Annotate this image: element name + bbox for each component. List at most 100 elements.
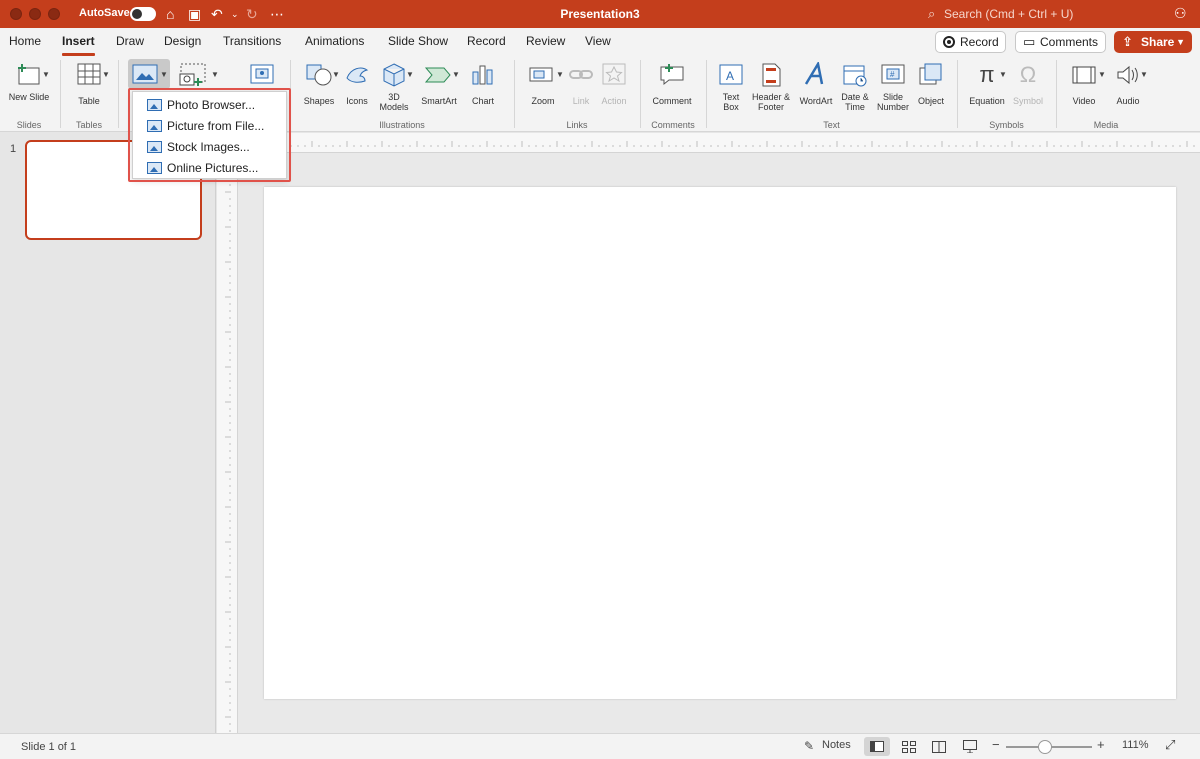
tab-home[interactable]: Home	[9, 34, 41, 48]
bar-chart-icon	[472, 65, 493, 85]
share-icon: ⇪	[1122, 34, 1133, 49]
tab-design[interactable]: Design	[164, 34, 201, 48]
text-box-button[interactable]: A Text Box	[714, 62, 748, 112]
zoom-chevron-icon[interactable]: ▼	[556, 70, 564, 79]
smartart-button[interactable]: SmartArt	[416, 62, 462, 106]
3d-models-chevron-icon[interactable]: ▼	[406, 70, 414, 79]
zoom-percent[interactable]: 111%	[1122, 739, 1149, 751]
share-button-label: Share	[1141, 35, 1175, 49]
shapes-icon	[306, 64, 332, 86]
new-slide-button[interactable]: New Slide	[8, 62, 50, 102]
link-button[interactable]: Link	[566, 62, 596, 106]
video-button[interactable]: Video	[1064, 62, 1104, 106]
tab-review[interactable]: Review	[526, 34, 565, 48]
slide-thumbnail-panel: 1	[0, 133, 216, 733]
table-icon	[77, 63, 101, 85]
comments-button[interactable]: ▭ Comments	[1015, 31, 1106, 53]
new-slide-icon	[18, 64, 40, 85]
vertical-ruler-ticks	[225, 156, 231, 732]
tab-slide-show[interactable]: Slide Show	[388, 34, 448, 48]
search-input[interactable]: ⌕ Search (Cmd + Ctrl + U)	[922, 4, 1160, 24]
table-chevron-icon[interactable]: ▼	[102, 70, 110, 79]
comment-button[interactable]: Comment	[648, 62, 696, 106]
smartart-icon	[424, 67, 451, 83]
slide-number-button[interactable]: # Slide Number	[874, 62, 912, 112]
new-slide-chevron-icon[interactable]: ▼	[42, 70, 50, 79]
separator	[1056, 60, 1057, 128]
zoom-label: Zoom	[531, 96, 555, 106]
shapes-label: Shapes	[303, 96, 335, 106]
comment-icon	[660, 64, 684, 86]
tab-draw[interactable]: Draw	[116, 34, 144, 48]
smartart-chevron-icon[interactable]: ▼	[452, 70, 460, 79]
collaborate-icon[interactable]: ⚇	[1174, 5, 1187, 22]
wordart-label: WordArt	[799, 96, 833, 106]
equation-button[interactable]: π Equation	[965, 62, 1009, 106]
shapes-chevron-icon[interactable]: ▼	[332, 70, 340, 79]
group-label-media: Media	[1093, 120, 1119, 130]
tab-insert[interactable]: Insert	[62, 34, 95, 56]
zoom-button[interactable]: Zoom	[522, 62, 564, 106]
notes-icon[interactable]: ✎	[804, 739, 814, 753]
video-chevron-icon[interactable]: ▼	[1098, 70, 1106, 79]
action-star-icon	[602, 63, 626, 85]
chart-button[interactable]: Chart	[466, 62, 500, 106]
3d-models-label: 3D Models	[379, 92, 409, 112]
pictures-chevron-icon: ▼	[160, 70, 168, 79]
group-label-links: Links	[566, 120, 588, 130]
zoom-out-icon[interactable]: −	[992, 737, 1000, 752]
comments-button-label: Comments	[1040, 35, 1099, 49]
new-slide-label: New Slide	[8, 92, 50, 102]
equation-chevron-icon[interactable]: ▼	[999, 70, 1007, 79]
action-button[interactable]: Action	[598, 62, 630, 106]
slide-number-label: Slide Number	[876, 92, 909, 112]
normal-view-button[interactable]	[864, 737, 890, 756]
object-button[interactable]: Object	[914, 62, 948, 106]
tab-transitions[interactable]: Transitions	[223, 34, 281, 48]
thumbnail-number: 1	[10, 143, 17, 155]
search-placeholder: Search (Cmd + Ctrl + U)	[944, 7, 1074, 21]
omega-icon: Ω	[1019, 62, 1037, 87]
object-label: Object	[917, 96, 944, 106]
audio-button[interactable]: Audio	[1108, 62, 1148, 106]
reading-view-icon[interactable]	[932, 741, 946, 753]
wordart-button[interactable]: WordArt	[796, 62, 836, 106]
picture-icon	[132, 64, 158, 84]
record-button[interactable]: Record	[935, 31, 1006, 53]
tab-view[interactable]: View	[585, 34, 611, 48]
zoom-in-icon[interactable]: +	[1097, 737, 1105, 752]
screenshot-chevron-icon: ▼	[211, 70, 219, 79]
symbol-button[interactable]: Ω Symbol	[1010, 62, 1046, 106]
slide-sorter-view-icon[interactable]	[902, 741, 916, 753]
svg-text:#: #	[890, 70, 895, 79]
group-label-tables: Tables	[75, 120, 102, 130]
status-bar: Slide 1 of 1 ✎ Notes − + 111% ⤢	[0, 733, 1200, 759]
comment-label: Comment	[652, 96, 692, 106]
symbol-label: Symbol	[1012, 96, 1043, 106]
zoom-slider-knob[interactable]	[1037, 740, 1052, 754]
separator	[60, 60, 61, 128]
horizontal-ruler	[238, 133, 1200, 153]
share-chevron-down-icon: ▼	[1176, 37, 1185, 47]
group-label-text: Text	[823, 120, 840, 130]
tab-animations[interactable]: Animations	[305, 34, 364, 48]
date-time-button[interactable]: Date & Time	[838, 62, 872, 112]
tab-record[interactable]: Record	[467, 34, 506, 48]
chart-label: Chart	[471, 96, 494, 106]
wordart-icon	[804, 62, 824, 85]
notes-button[interactable]: Notes	[822, 739, 851, 751]
icons-button[interactable]: Icons	[342, 62, 372, 106]
icons-label: Icons	[346, 96, 368, 106]
table-button[interactable]: Table	[68, 62, 110, 106]
link-icon	[569, 70, 593, 79]
fit-to-window-icon[interactable]: ⤢	[1165, 737, 1175, 753]
pictures-button[interactable]: ▼	[128, 59, 170, 89]
slide[interactable]	[264, 187, 1176, 699]
separator	[514, 60, 515, 128]
object-icon	[919, 63, 942, 85]
slideshow-view-icon[interactable]	[963, 740, 977, 753]
audio-chevron-icon[interactable]: ▼	[1140, 70, 1148, 79]
shapes-button[interactable]: Shapes	[300, 62, 338, 106]
header-footer-button[interactable]: Header & Footer	[750, 62, 792, 112]
share-button[interactable]: ⇪ Share ▼	[1114, 31, 1192, 53]
